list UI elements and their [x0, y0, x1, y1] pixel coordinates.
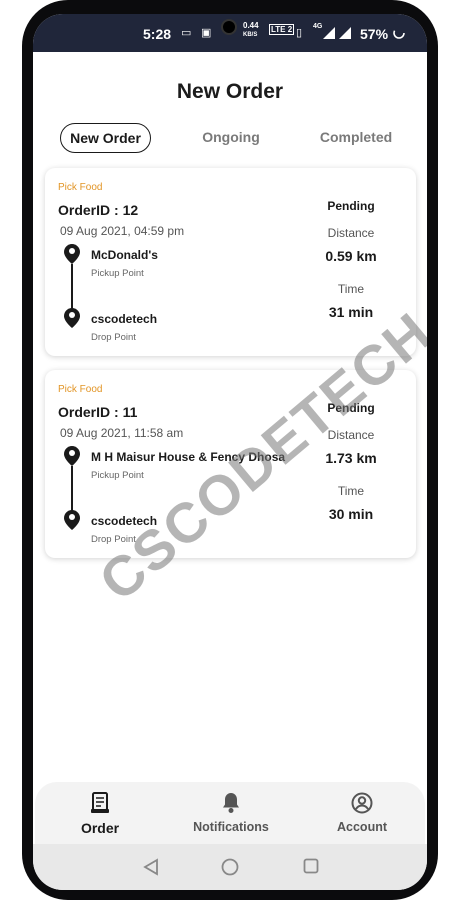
order-date: 09 Aug 2021, 04:59 pm [60, 224, 185, 238]
tab-new-order[interactable]: New Order [60, 123, 151, 153]
route-line [71, 264, 73, 312]
status-time: 5:28 [143, 26, 172, 42]
order-date: 09 Aug 2021, 11:58 am [60, 426, 184, 440]
order-tabs: New Order Ongoing Completed [33, 123, 427, 155]
bottom-nav: Order Notifications Account [35, 782, 425, 844]
drop-name: cscodetech [91, 312, 158, 326]
tab-completed[interactable]: Completed [305, 123, 407, 153]
order-id: OrderID : 12 [58, 202, 139, 218]
pickup-label: Pickup Point [91, 268, 144, 279]
drop-pin-icon [64, 308, 80, 328]
order-status: Pending [327, 199, 375, 213]
distance-label: Distance [327, 226, 375, 240]
net-speed-unit: KB/S [243, 32, 258, 38]
tab-ongoing[interactable]: Ongoing [183, 123, 279, 153]
drop-pin-icon [64, 510, 80, 530]
bell-icon [223, 793, 239, 813]
distance-value: 0.59 km [325, 248, 377, 264]
pickup-name: M H Maisur House & Fency Dhosa [91, 450, 286, 464]
back-icon[interactable] [143, 858, 159, 876]
distance-value: 1.73 km [325, 450, 377, 466]
order-card[interactable]: Pick Food OrderID : 11 09 Aug 2021, 11:5… [45, 370, 416, 558]
time-value: 31 min [328, 304, 374, 320]
battery-percent: 57% [360, 26, 389, 42]
recents-icon[interactable] [303, 858, 319, 874]
home-icon[interactable] [221, 858, 239, 876]
page-title: New Order [176, 80, 284, 103]
nav-notifications[interactable]: Notifications [181, 792, 281, 834]
net-speed: 0.44 KB/S [243, 22, 259, 39]
laptop-icon: ▭ [181, 27, 192, 39]
time-label: Time [337, 484, 365, 498]
status-bar: 5:28 ▭ ▣ 0.44 KB/S LTE 2 ▯ 4G 57% [33, 14, 427, 52]
battery-ring-icon [393, 27, 405, 39]
order-tag: Pick Food [58, 384, 103, 395]
network-type: 4G [313, 23, 323, 30]
time-label: Time [337, 282, 365, 296]
order-status: Pending [327, 401, 375, 415]
order-tag: Pick Food [58, 182, 103, 193]
account-icon [351, 792, 373, 814]
signal-icon-2 [339, 27, 351, 39]
system-nav-bar [33, 844, 427, 890]
order-card[interactable]: Pick Food OrderID : 12 09 Aug 2021, 04:5… [45, 168, 416, 356]
pickup-pin-icon [64, 244, 80, 264]
front-camera [221, 19, 237, 35]
pickup-pin-icon [64, 446, 80, 466]
net-speed-value: 0.44 [243, 21, 259, 30]
drop-label: Drop Point [91, 332, 136, 343]
nav-order[interactable]: Order [50, 792, 150, 836]
signal-icon [323, 27, 335, 39]
drop-name: cscodetech [91, 514, 158, 528]
nav-account[interactable]: Account [312, 792, 412, 834]
vibrate-icon: ▯ [296, 27, 303, 39]
volte-badge: LTE 2 [269, 24, 295, 35]
nav-notifications-label: Notifications [193, 820, 269, 834]
nav-account-label: Account [337, 820, 387, 834]
app-screen: 5:28 ▭ ▣ 0.44 KB/S LTE 2 ▯ 4G 57% New Or… [33, 14, 427, 890]
route-line [71, 466, 73, 514]
order-id: OrderID : 11 [58, 404, 138, 420]
nav-order-label: Order [80, 820, 120, 836]
distance-label: Distance [327, 428, 375, 442]
image-icon: ▣ [201, 27, 212, 39]
order-receipt-icon [91, 792, 109, 813]
pickup-name: McDonald's [91, 248, 158, 262]
pickup-label: Pickup Point [91, 470, 144, 481]
drop-label: Drop Point [91, 534, 136, 545]
time-value: 30 min [328, 506, 374, 522]
